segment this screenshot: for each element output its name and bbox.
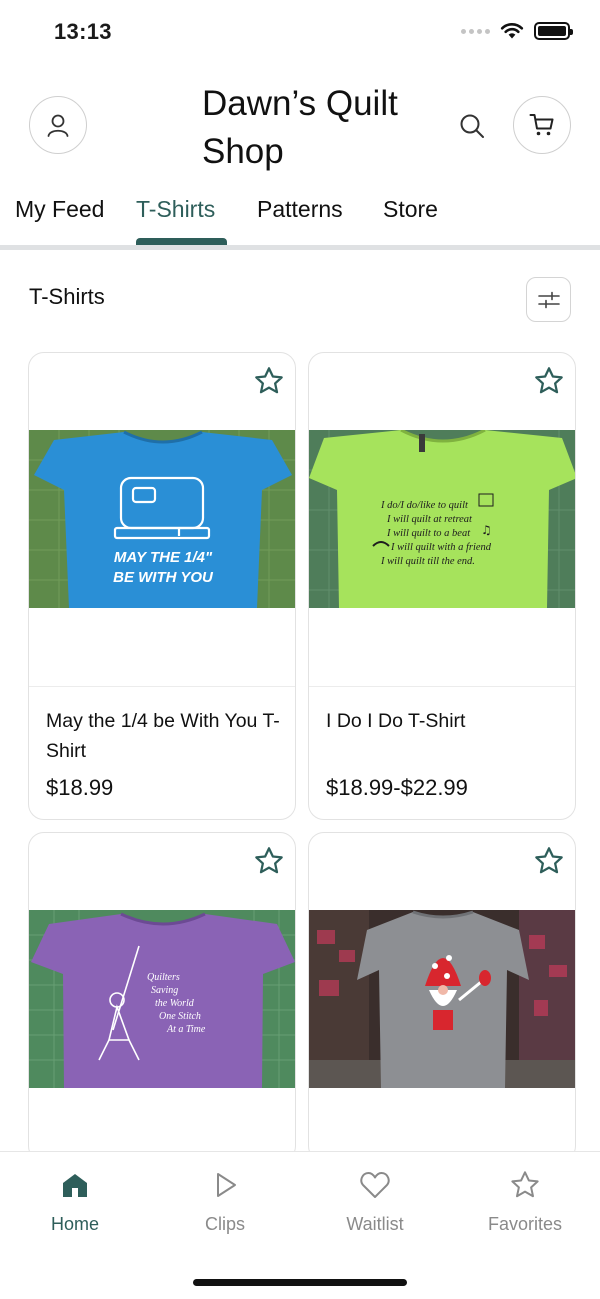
tabbar-label: Home [50, 1214, 99, 1234]
card-divider [309, 686, 575, 687]
header: Dawn’s Quilt Shop [0, 64, 600, 184]
product-card[interactable] [308, 832, 576, 1162]
favorite-button[interactable] [532, 844, 566, 878]
star-icon [535, 367, 563, 394]
tabbar-label: Waitlist [346, 1214, 404, 1234]
sliders-icon [537, 291, 560, 308]
print-text-line: I will quilt with a friend [390, 542, 492, 553]
tab-my-feed[interactable]: My Feed [15, 196, 104, 223]
battery-icon [534, 22, 573, 40]
product-image [309, 910, 575, 1088]
product-card[interactable]: MAY THE 1/4" BE WITH YOU May the 1/4 be … [28, 352, 296, 820]
product-image: Quilters Saving the World One Stitch At … [29, 910, 295, 1088]
print-text-line: One Stitch [159, 1011, 201, 1022]
tabbar-label: Favorites [487, 1214, 563, 1234]
cart-icon [529, 114, 554, 136]
card-divider [29, 686, 295, 687]
home-icon [58, 1168, 92, 1202]
star-icon [255, 847, 283, 874]
product-price: $18.99 [46, 775, 114, 800]
tabs-divider [0, 245, 600, 250]
status-time: 13:13 [54, 19, 112, 44]
print-text-line: Saving [151, 985, 178, 996]
tabbar-favorites[interactable]: Favorites [465, 1168, 585, 1235]
cart-button[interactable] [513, 96, 571, 154]
tabbar-clips[interactable]: Clips [165, 1168, 285, 1235]
product-name: May the 1/4 be With You T-Shirt [46, 710, 280, 762]
favorite-button[interactable] [532, 364, 566, 398]
favorite-button[interactable] [252, 364, 286, 398]
bottom-tab-bar: Home Clips Waitlist Favorites [0, 1151, 600, 1299]
play-icon [208, 1168, 242, 1202]
print-text-line: Quilters [147, 972, 180, 983]
filter-button[interactable] [526, 277, 571, 322]
home-indicator [193, 1279, 407, 1286]
product-price: $18.99-$22.99 [326, 775, 468, 800]
print-text-line: I will quilt to a beat [386, 528, 471, 539]
product-image: MAY THE 1/4" BE WITH YOU [29, 430, 295, 608]
search-button[interactable] [456, 110, 488, 142]
print-text-line: the World [155, 998, 195, 1009]
print-text-line: I will quilt at retreat [386, 514, 473, 525]
tab-t-shirts[interactable]: T-Shirts [136, 196, 215, 223]
tab-patterns[interactable]: Patterns [257, 196, 343, 223]
tab-store[interactable]: Store [383, 196, 438, 223]
print-text-line: At a Time [166, 1024, 206, 1035]
product-card[interactable]: I do/I do/like to quilt I will quilt at … [308, 352, 576, 820]
category-tabs: My Feed T-Shirts Patterns Store [0, 186, 600, 250]
product-image: I do/I do/like to quilt I will quilt at … [309, 430, 575, 608]
tabbar-home[interactable]: Home [15, 1168, 135, 1235]
print-text-line: I do/I do/like to quilt [380, 500, 469, 511]
status-icons [461, 22, 573, 40]
search-icon [460, 114, 484, 138]
product-name: I Do I Do T-Shirt [326, 710, 466, 732]
shop-title: Dawn’s Quilt Shop [202, 84, 398, 171]
tabbar-waitlist[interactable]: Waitlist [315, 1168, 435, 1235]
tabbar-label: Clips [204, 1214, 245, 1234]
print-text-line: BE WITH YOU [113, 569, 214, 586]
star-icon [255, 367, 283, 394]
wifi-icon [500, 23, 524, 39]
star-icon [535, 847, 563, 874]
print-text-line: I will quilt till the end. [380, 556, 475, 567]
svg-text:♫: ♫ [481, 523, 492, 537]
section-title: T-Shirts [29, 284, 105, 309]
profile-button[interactable] [29, 96, 87, 154]
print-text-line: MAY THE 1/4" [114, 549, 213, 566]
star-icon [508, 1168, 542, 1202]
user-icon [47, 114, 69, 137]
favorite-button[interactable] [252, 844, 286, 878]
heart-icon [358, 1168, 392, 1202]
cellular-signal-icon [461, 28, 490, 34]
product-card[interactable]: Quilters Saving the World One Stitch At … [28, 832, 296, 1162]
status-bar: 13:13 [0, 0, 600, 64]
